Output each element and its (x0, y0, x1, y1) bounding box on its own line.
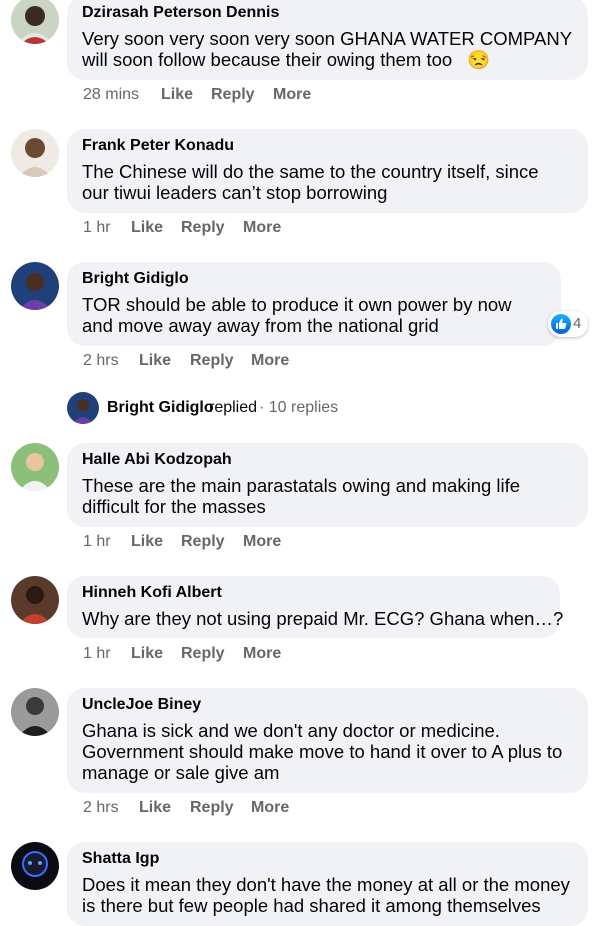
comment-text-line: These are the main parastatals owing and… (82, 475, 521, 496)
reply-button[interactable]: Reply (181, 219, 225, 237)
reply-count: · 10 replies (259, 399, 339, 416)
reply-author: Bright Gidiglo (107, 399, 214, 416)
comment-bubble: Bright Gidiglo TOR should be able to pro… (67, 262, 561, 346)
like-button[interactable]: Like (131, 533, 163, 551)
comment-timestamp[interactable]: 1 hr (83, 645, 111, 663)
comment-bubble: Dzirasah Peterson Dennis Very soon very … (67, 0, 588, 80)
comment-text-line: The Chinese will do the same to the coun… (82, 161, 539, 182)
avatar[interactable] (11, 129, 59, 177)
comment-author[interactable]: Frank Peter Konadu (82, 137, 234, 155)
comment-bubble: Shatta Igp Does it mean they don't have … (67, 842, 588, 926)
reply-button[interactable]: Reply (181, 645, 225, 663)
comment-bubble: Frank Peter Konadu The Chinese will do t… (67, 129, 588, 213)
reply-button[interactable]: Reply (190, 352, 234, 370)
avatar[interactable] (11, 842, 59, 890)
comment-text-line: Ghana is sick and we don't any doctor or… (82, 720, 500, 741)
like-button[interactable]: Like (161, 86, 193, 104)
comment-author[interactable]: Bright Gidiglo (82, 270, 189, 288)
reaction-badge[interactable]: 4 (548, 311, 588, 337)
more-button[interactable]: More (251, 799, 289, 817)
comment-text-line: TOR should be able to produce it own pow… (82, 294, 512, 315)
comment-timestamp[interactable]: 2 hrs (83, 799, 119, 817)
like-button[interactable]: Like (139, 352, 171, 370)
comment-author[interactable]: Dzirasah Peterson Dennis (82, 4, 279, 22)
comment-text-line: difficult for the masses (82, 496, 266, 517)
comment-text-line: and move away away from the national gri… (82, 315, 439, 336)
like-button[interactable]: Like (131, 219, 163, 237)
more-button[interactable]: More (243, 219, 281, 237)
avatar[interactable] (11, 576, 59, 624)
comment-text-line: Why are they not using prepaid Mr. ECG? … (82, 608, 564, 629)
avatar[interactable] (11, 0, 59, 44)
comment-text-line: is there but few people had shared it am… (82, 895, 541, 916)
more-button[interactable]: More (243, 645, 281, 663)
comment-timestamp[interactable]: 1 hr (83, 219, 111, 237)
comment-timestamp[interactable]: 1 hr (83, 533, 111, 551)
like-button[interactable]: Like (139, 799, 171, 817)
comment-text-line: Government should make move to hand it o… (82, 741, 563, 762)
reaction-count: 4 (573, 315, 582, 332)
comment-author[interactable]: UncleJoe Biney (82, 696, 201, 714)
more-button[interactable]: More (251, 352, 289, 370)
comment-text-line: manage or sale give am (82, 762, 280, 783)
comment-bubble: Hinneh Kofi Albert Why are they not usin… (67, 576, 564, 638)
avatar (67, 392, 99, 424)
reply-verb: replied (209, 399, 258, 416)
reply-button[interactable]: Reply (181, 533, 225, 551)
avatar[interactable] (11, 688, 59, 736)
comment-text-line: Does it mean they don't have the money a… (82, 874, 570, 895)
avatar[interactable] (11, 443, 59, 491)
reply-button[interactable]: Reply (211, 86, 255, 104)
comment-author[interactable]: Hinneh Kofi Albert (82, 584, 222, 602)
emoji-icon: 😒 (467, 49, 491, 70)
comment-author[interactable]: Halle Abi Kodzopah (82, 451, 232, 469)
comment-bubble: UncleJoe Biney Ghana is sick and we don'… (67, 688, 588, 793)
comment-bubble: Halle Abi Kodzopah These are the main pa… (67, 443, 588, 527)
comment-timestamp[interactable]: 2 hrs (83, 352, 119, 370)
comment-text-line: our tiwui leaders can’t stop borrowing (82, 182, 388, 203)
comment-text-line: will soon follow because their owing the… (82, 49, 453, 70)
reply-button[interactable]: Reply (190, 799, 234, 817)
more-button[interactable]: More (243, 533, 281, 551)
comment-timestamp[interactable]: 28 mins (83, 86, 139, 104)
comment-text-line: Very soon very soon very soon GHANA WATE… (82, 28, 573, 49)
thumbs-up-icon (551, 314, 571, 334)
like-button[interactable]: Like (131, 645, 163, 663)
more-button[interactable]: More (273, 86, 311, 104)
comment-author[interactable]: Shatta Igp (82, 850, 159, 868)
avatar[interactable] (11, 262, 59, 310)
